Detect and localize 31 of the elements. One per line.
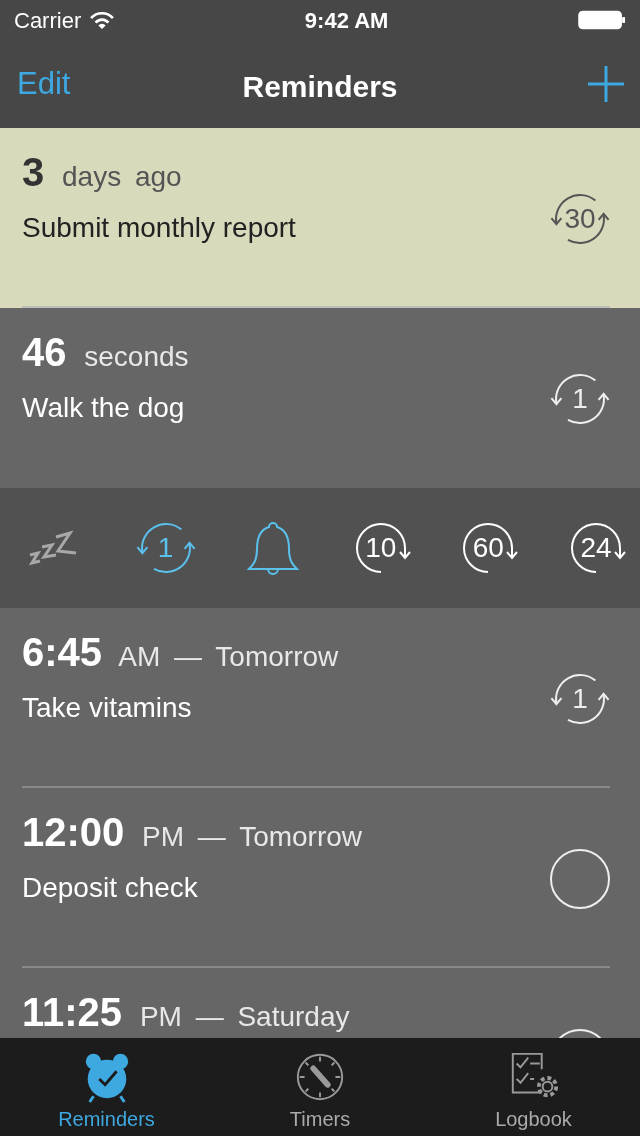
reminder-row[interactable]: 3 days ago Submit monthly report 30 [0, 128, 640, 308]
wifi-icon [89, 10, 116, 30]
reminder-row[interactable]: 11:25 PM — Saturday [0, 968, 640, 1038]
tab-button[interactable]: Timers [213, 1038, 427, 1136]
tab-button[interactable]: Reminders [0, 1038, 213, 1136]
delay-button[interactable]: 10 [346, 517, 415, 579]
reminder-row[interactable]: 12:00 PM — Tomorrow Deposit check [0, 788, 640, 968]
reminder-time: 3 days ago [22, 152, 182, 196]
carrier-text: Carrier [14, 6, 82, 35]
delay-button[interactable]: 24 [561, 517, 630, 579]
reminder-time: 11:25 PM — Saturday [22, 992, 350, 1036]
reminder-time: 6:45 AM — Tomorrow [22, 632, 339, 676]
repeat-button[interactable]: 1 [546, 668, 614, 730]
add-button[interactable] [588, 66, 624, 102]
repeat-button[interactable]: 1 [131, 517, 200, 579]
reminder-title: Deposit check [22, 871, 198, 905]
repeat-button[interactable]: 30 [546, 188, 614, 250]
reminder-time: 12:00 PM — Tomorrow [22, 812, 363, 856]
tab-button[interactable]: Logbook [427, 1038, 640, 1136]
edit-button[interactable]: Edit [17, 60, 71, 108]
reminder-title: Walk the dog [22, 391, 185, 425]
repeat-button[interactable]: 1 [546, 368, 614, 430]
reminder-row[interactable]: 46 seconds Walk the dog 1 [0, 308, 640, 488]
reminder-title: Submit monthly report [22, 211, 296, 245]
screen-title: Reminders [242, 69, 398, 105]
battery-icon [578, 10, 626, 30]
reminder-time: 46 seconds [22, 332, 189, 376]
reminder-row[interactable]: 6:45 AM — Tomorrow Take vitamins 1 [0, 608, 640, 788]
status-time: 9:42 AM [304, 6, 389, 35]
reminder-title: Take vitamins [22, 691, 192, 725]
delay-button[interactable]: 60 [454, 517, 523, 579]
